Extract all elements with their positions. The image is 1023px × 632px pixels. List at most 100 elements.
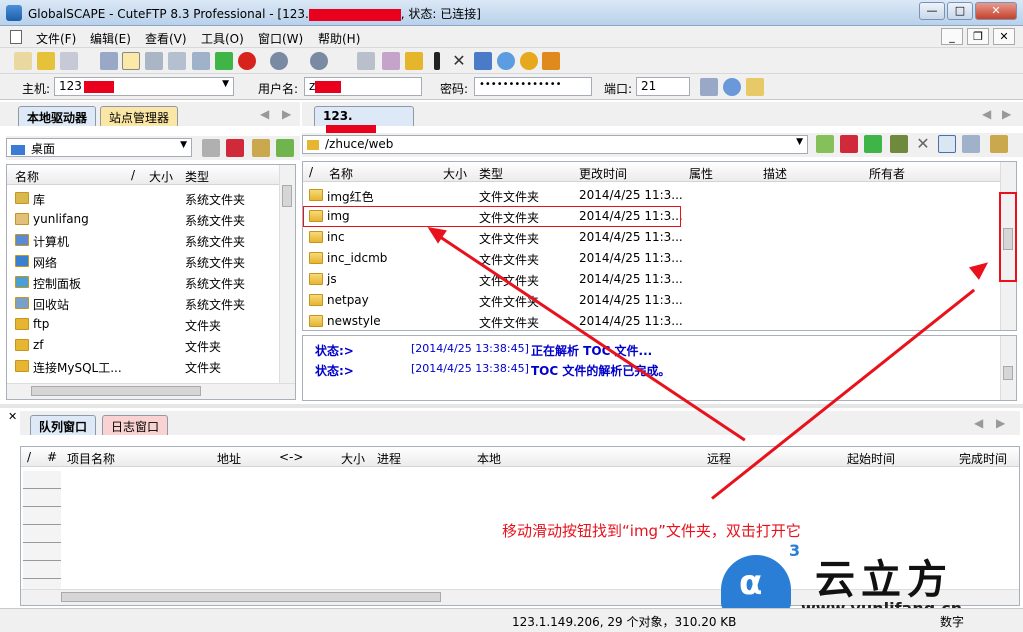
queue-col-local[interactable]: 本地: [477, 450, 501, 467]
remote-col-desc[interactable]: 描述: [763, 165, 787, 182]
location-select[interactable]: 桌面 ▼: [6, 138, 192, 157]
queue-icon[interactable]: [192, 52, 210, 70]
tab-local-drives[interactable]: 本地驱动器: [18, 106, 97, 126]
password-input[interactable]: ••••••••••••••: [474, 77, 592, 96]
disconnect-icon[interactable]: [122, 52, 140, 70]
bookmark-icon[interactable]: [226, 139, 244, 157]
col-name[interactable]: 名称: [15, 168, 39, 185]
tab-log-window[interactable]: 日志窗口: [102, 415, 169, 435]
queue-col-size[interactable]: 大小: [341, 450, 365, 467]
splitter[interactable]: [0, 404, 1023, 408]
site-manager-icon[interactable]: [14, 52, 32, 70]
wizard-icon[interactable]: [37, 52, 55, 70]
remote-col-modified[interactable]: 更改时间: [579, 165, 627, 182]
delete-icon[interactable]: ✕: [450, 52, 468, 70]
remote-list-item[interactable]: inc 文件文件夹 2014/4/25 11:3...: [303, 227, 1001, 248]
close-button[interactable]: ✕: [975, 2, 1017, 20]
tab-scroll-right-icon[interactable]: ▶: [282, 107, 291, 121]
remote-list-item[interactable]: newstyle 文件文件夹 2014/4/25 11:3...: [303, 311, 1001, 332]
queue-col-start[interactable]: 起始时间: [847, 450, 895, 467]
reconnect-icon[interactable]: [145, 52, 163, 70]
remote-sync-icon[interactable]: [962, 135, 980, 153]
remote-col-type[interactable]: 类型: [479, 165, 503, 182]
maximize-button[interactable]: □: [947, 2, 973, 20]
menu-view[interactable]: 查看(V): [145, 30, 187, 47]
remote-col-name[interactable]: 名称: [329, 165, 353, 182]
left-horizontal-scrollbar[interactable]: [7, 383, 295, 399]
left-list-item[interactable]: yunlifang 系统文件夹: [7, 209, 282, 230]
queue-col-progress[interactable]: 进程: [377, 450, 401, 467]
support-icon[interactable]: [520, 52, 538, 70]
remote-refresh-icon[interactable]: [864, 135, 882, 153]
left-list-item[interactable]: 回收站 系统文件夹: [7, 293, 282, 314]
upload-icon[interactable]: [310, 52, 328, 70]
right-tab-scroll-right-icon[interactable]: ▶: [1002, 107, 1011, 121]
queue-col-item[interactable]: 项目名称: [67, 450, 115, 467]
settings-icon[interactable]: [497, 52, 515, 70]
remote-col-owner[interactable]: 所有者: [869, 165, 905, 182]
new-folder-icon[interactable]: [252, 139, 270, 157]
mdi-restore-button[interactable]: ❐: [967, 28, 989, 45]
remote-col-size[interactable]: 大小: [443, 165, 467, 182]
download-icon[interactable]: [270, 52, 288, 70]
remote-list-item[interactable]: js文件文件夹2014/4/25 11:3...: [303, 269, 1001, 290]
left-list-item[interactable]: 控制面板 系统文件夹: [7, 272, 282, 293]
local-refresh-icon[interactable]: [276, 139, 294, 157]
remote-col-attr[interactable]: 属性: [689, 165, 713, 182]
cancel-icon[interactable]: [238, 52, 256, 70]
add-site-icon[interactable]: [746, 78, 764, 96]
user-input[interactable]: z: [304, 77, 422, 96]
properties-icon[interactable]: [474, 52, 492, 70]
remote-new-folder-icon[interactable]: [990, 135, 1008, 153]
left-list-item[interactable]: zf 文件夹: [7, 335, 282, 356]
queue-scroll-left-icon[interactable]: ◀: [974, 416, 983, 430]
left-list-item[interactable]: ftp 文件夹: [7, 314, 282, 335]
refresh-icon[interactable]: [215, 52, 233, 70]
connect-icon[interactable]: [60, 52, 78, 70]
menu-help[interactable]: 帮助(H): [318, 30, 360, 47]
queue-col-remote[interactable]: 远程: [707, 450, 731, 467]
exclaim-icon[interactable]: [434, 52, 440, 70]
connect-go-icon[interactable]: [700, 78, 718, 96]
up-folder-icon[interactable]: [202, 139, 220, 157]
left-list-item[interactable]: 连接MySQL工... 文件夹: [7, 356, 282, 377]
col-size[interactable]: 大小: [149, 168, 173, 185]
queue-col-address[interactable]: 地址: [217, 450, 241, 467]
mdi-close-button[interactable]: ✕: [993, 28, 1015, 45]
queue-close-icon[interactable]: ✕: [8, 410, 17, 423]
left-list-item[interactable]: 网络 系统文件夹: [7, 251, 282, 272]
folder-new-icon[interactable]: [405, 52, 423, 70]
queue-scroll-right-icon[interactable]: ▶: [996, 416, 1005, 430]
view-icon[interactable]: [382, 52, 400, 70]
shield-icon[interactable]: [542, 52, 560, 70]
edit-icon[interactable]: [357, 52, 375, 70]
remote-list-item[interactable]: img红色 文件文件夹 2014/4/25 11:3...: [303, 185, 1001, 206]
tab-site-manager[interactable]: 站点管理器: [100, 106, 179, 126]
queue-col-finish[interactable]: 完成时间: [959, 450, 1007, 467]
remote-filter-icon[interactable]: [890, 135, 908, 153]
stop-icon[interactable]: [168, 52, 186, 70]
remote-up-icon[interactable]: [816, 135, 834, 153]
remote-list-item[interactable]: netpay 文件文件夹 2014/4/25 11:3...: [303, 290, 1001, 311]
col-type[interactable]: 类型: [185, 168, 209, 185]
menu-edit[interactable]: 编辑(E): [90, 30, 131, 47]
menu-tools[interactable]: 工具(O): [201, 30, 244, 47]
remote-list-item[interactable]: inc_idcmb 文件文件夹 2014/4/25 11:3...: [303, 248, 1001, 269]
tab-scroll-left-icon[interactable]: ◀: [260, 107, 269, 121]
remote-bookmark-icon[interactable]: [840, 135, 858, 153]
queue-col-direction[interactable]: <->: [279, 450, 303, 464]
menu-window[interactable]: 窗口(W): [258, 30, 303, 47]
log-scrollbar[interactable]: [1000, 336, 1016, 400]
menu-file[interactable]: 文件(F): [36, 30, 76, 47]
left-list-item[interactable]: 计算机 系统文件夹: [7, 230, 282, 251]
port-input[interactable]: 21: [636, 77, 690, 96]
remote-delete-icon[interactable]: ✕: [914, 135, 932, 153]
refresh-connection-icon[interactable]: [723, 78, 741, 96]
tab-remote-site[interactable]: 123.: [314, 106, 414, 137]
mdi-minimize-button[interactable]: _: [941, 28, 963, 45]
host-input[interactable]: 123 ▼: [54, 77, 234, 96]
left-vertical-scrollbar[interactable]: [279, 165, 295, 383]
minimize-button[interactable]: —: [919, 2, 945, 20]
remote-path-input[interactable]: /zhuce/web ▼: [302, 135, 808, 154]
queue-col-number[interactable]: #: [47, 450, 57, 464]
